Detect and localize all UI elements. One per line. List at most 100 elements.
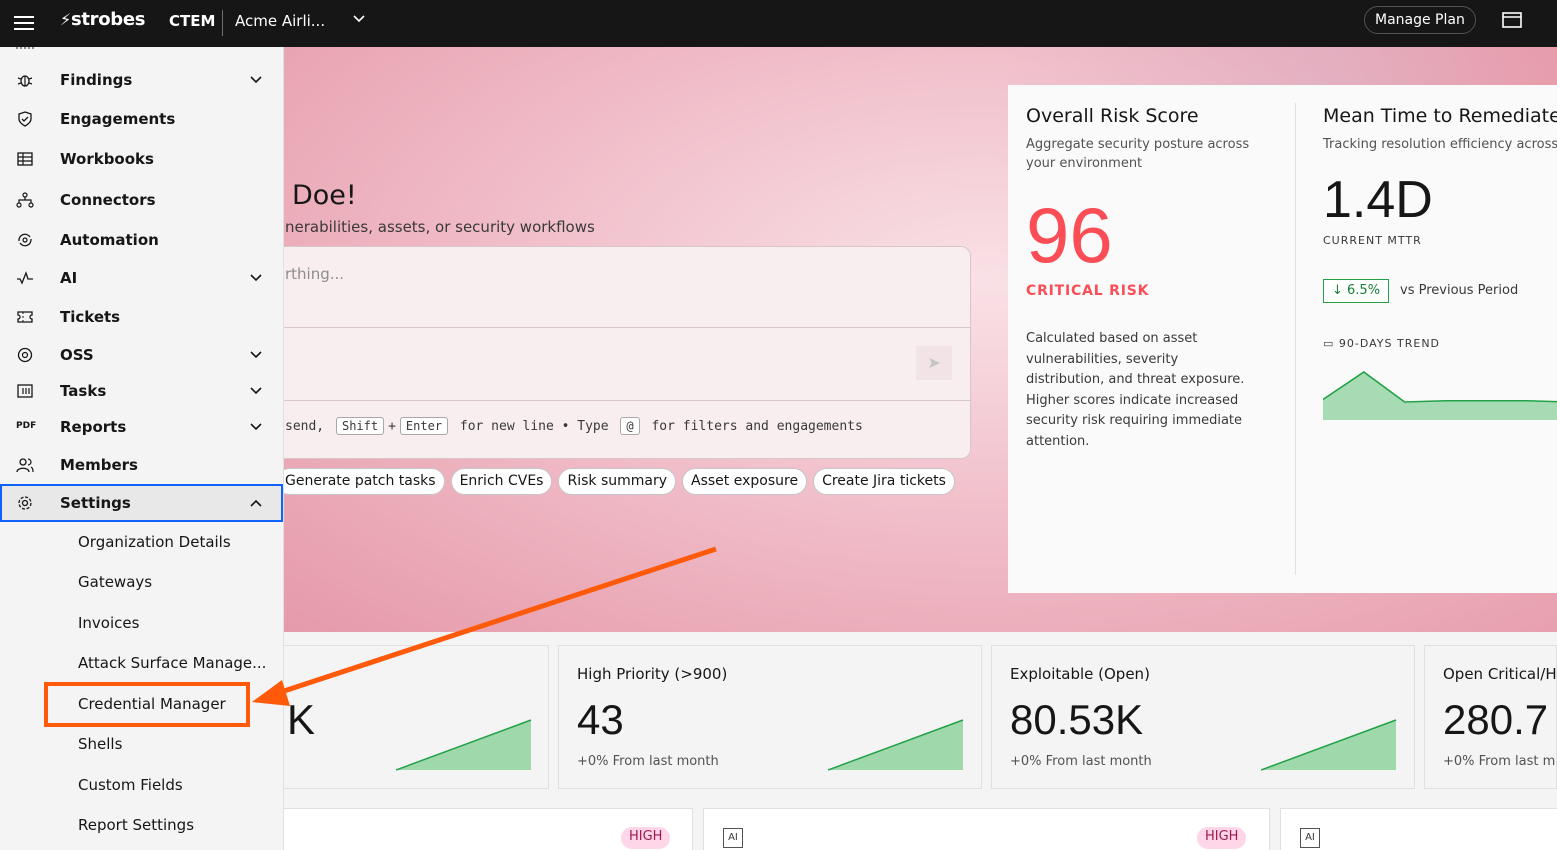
settings-sub-organization-details[interactable]: Organization Details	[0, 523, 283, 561]
stat-value: 43	[577, 696, 624, 743]
settings-sub-gateways[interactable]: Gateways	[0, 563, 283, 601]
table-icon	[17, 152, 33, 166]
finding-card[interactable]: AI HIGH	[703, 808, 1270, 850]
risk-level: CRITICAL RISK	[1026, 283, 1150, 299]
highlight-box	[44, 682, 250, 727]
risk-subtitle: Aggregate security posture across your e…	[1026, 137, 1250, 171]
stat-value: K	[287, 696, 316, 743]
sidebar-item-label: Tickets	[60, 308, 121, 326]
suggestion-chips: Generate patch tasks Enrich CVEs Risk summ…	[276, 468, 961, 495]
ai-chat-box: rthing... ➤ send, Shift + Enter for new li…	[270, 246, 971, 459]
chevron-down-icon	[250, 76, 262, 84]
divider	[1295, 103, 1296, 575]
finding-card[interactable]: HIGH	[240, 808, 693, 850]
sidebar-item-settings[interactable]: Settings	[0, 484, 283, 522]
gear-icon	[18, 496, 32, 510]
sidebar-item-label: AI	[60, 269, 78, 287]
product-name: CTEM	[169, 12, 216, 30]
sidebar-item-workbooks[interactable]: Workbooks	[0, 140, 283, 178]
stat-value: 80.53K	[1010, 696, 1144, 743]
enter-key: Enter	[399, 417, 449, 435]
members-icon	[16, 458, 34, 473]
sub-item-label: Organization Details	[78, 533, 231, 551]
settings-sub-report-settings[interactable]: Report Settings	[0, 806, 283, 844]
billing-card-icon[interactable]	[1502, 12, 1522, 28]
top-bar: ⚡strobes CTEM Acme Airli... Manage Plan	[0, 0, 1557, 47]
finding-card[interactable]: AI	[1280, 808, 1557, 850]
chip-risk-summary[interactable]: Risk summary	[558, 468, 676, 495]
sidebar-item-findings[interactable]: Findings	[0, 61, 283, 99]
send-icon[interactable]: ➤	[916, 346, 952, 380]
sidebar-item-automation[interactable]: Automation	[0, 221, 283, 259]
hint-text: send,	[285, 419, 325, 434]
oss-icon	[17, 347, 33, 363]
hamburger-menu-icon[interactable]	[14, 13, 34, 33]
stat-card[interactable]: Exploitable (Open) 80.53K +0% From last …	[991, 645, 1415, 789]
tasks-icon	[17, 384, 33, 398]
sparkline-chart	[396, 719, 532, 771]
chat-hint: send, Shift + Enter for new line • Type @ …	[285, 417, 863, 435]
sidebar-item-members[interactable]: Members	[0, 446, 283, 484]
scroll-remnant	[16, 47, 34, 50]
sidebar-item-label: OSS	[60, 346, 94, 364]
chip-create-jira-tickets[interactable]: Create Jira tickets	[813, 468, 955, 495]
org-selector-label[interactable]: Acme Airli...	[235, 12, 325, 30]
risk-score: 96	[1026, 191, 1113, 279]
stat-value: 280.7	[1443, 696, 1549, 743]
mttr-label: CURRENT MTTR	[1323, 234, 1422, 247]
settings-sub-invoices[interactable]: Invoices	[0, 604, 283, 642]
manage-plan-button[interactable]: Manage Plan	[1364, 6, 1476, 34]
mttr-title: Mean Time to Remediate	[1323, 105, 1557, 127]
sidebar-item-connectors[interactable]: Connectors	[0, 181, 283, 219]
risk-description: Calculated based on asset vulnerabilitie…	[1026, 331, 1245, 449]
sparkline-chart	[1261, 719, 1397, 771]
hierarchy-icon	[16, 192, 34, 208]
trend-area	[1323, 372, 1557, 420]
chat-input[interactable]: rthing...	[285, 265, 344, 283]
greeting-subtitle: nerabilities, assets, or security workfl…	[285, 218, 595, 236]
hint-text: for new line • Type	[459, 419, 609, 434]
sidebar-item-label: Reports	[60, 418, 127, 436]
mttr-subtitle: Tracking resolution efficiency across	[1323, 137, 1557, 152]
trend-label: ▭ 90-DAYS TREND	[1323, 337, 1440, 350]
greeting-heading: Doe!	[292, 180, 357, 211]
settings-sub-shells[interactable]: Shells	[0, 725, 283, 763]
stat-card[interactable]: Open Critical/Hi 280.7 +0% From last mo	[1424, 645, 1557, 789]
sidebar-item-label: Settings	[60, 494, 131, 512]
sidebar-item-oss[interactable]: OSS	[0, 336, 283, 374]
chip-generate-patch-tasks[interactable]: Generate patch tasks	[276, 468, 445, 495]
trend-label-text: 90-DAYS TREND	[1338, 337, 1441, 350]
pulse-icon	[17, 271, 33, 285]
sidebar-item-label: Connectors	[60, 191, 156, 209]
sidebar-item-tickets[interactable]: Tickets	[0, 298, 283, 336]
sidebar-item-label: Findings	[60, 71, 133, 89]
sidebar-item-engagements[interactable]: Engagements	[0, 100, 283, 138]
sidebar-item-ai[interactable]: AI	[0, 259, 283, 297]
sidebar-item-reports[interactable]: PDF Reports	[0, 408, 283, 446]
chevron-down-icon[interactable]	[352, 12, 366, 26]
divider	[271, 400, 970, 401]
sidebar-item-tasks[interactable]: Tasks	[0, 372, 283, 410]
chip-asset-exposure[interactable]: Asset exposure	[682, 468, 808, 495]
chevron-down-icon	[250, 423, 262, 431]
ai-badge: AI	[723, 828, 743, 848]
shield-icon	[18, 111, 32, 127]
divider	[222, 10, 223, 36]
automation-icon	[18, 233, 32, 247]
settings-sub-custom-fields[interactable]: Custom Fields	[0, 766, 283, 804]
stat-card[interactable]: K	[240, 645, 549, 789]
stat-card[interactable]: High Priority (>900) 43 +0% From last mo…	[558, 645, 982, 789]
divider	[271, 327, 970, 328]
chevron-up-icon	[250, 499, 262, 507]
bolt-icon: ⚡	[60, 10, 71, 29]
settings-sub-attack-surface[interactable]: Attack Surface Manage...	[0, 644, 283, 682]
brand-logo[interactable]: ⚡strobes	[60, 9, 146, 30]
sidebar-item-label: Engagements	[60, 110, 176, 128]
chip-enrich-cves[interactable]: Enrich CVEs	[450, 468, 553, 495]
hint-text: +	[388, 419, 396, 434]
sidebar-item-label: Automation	[60, 231, 159, 249]
stat-title: Open Critical/Hi	[1443, 665, 1557, 683]
sub-item-label: Gateways	[78, 573, 153, 591]
sub-item-label: Invoices	[78, 614, 140, 632]
pdf-icon: PDF	[16, 421, 37, 431]
